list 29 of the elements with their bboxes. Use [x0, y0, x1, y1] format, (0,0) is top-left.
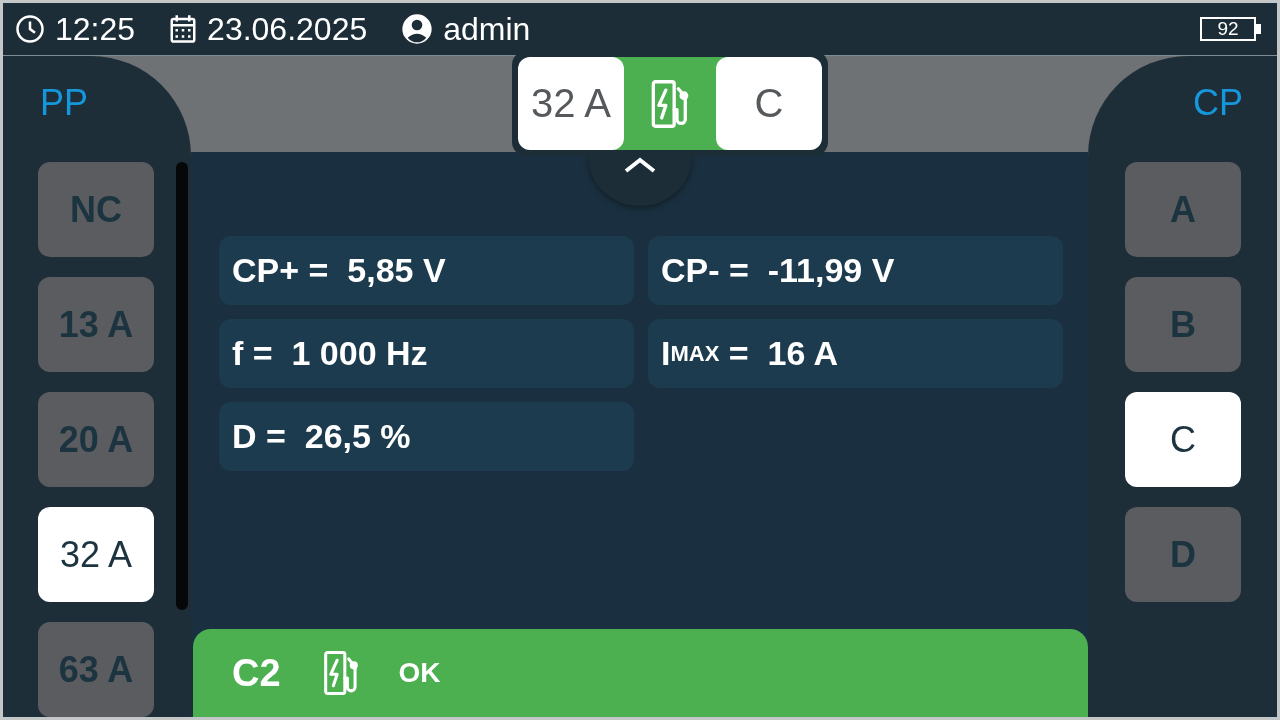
- user-name: admin: [443, 10, 531, 48]
- charging-station-icon: [650, 78, 690, 129]
- measurement-value: CP- = -11,99 V: [648, 236, 1063, 305]
- time-text: 12:25: [55, 10, 136, 48]
- option-button[interactable]: 63 A: [38, 622, 154, 717]
- pp-value: 32 A: [518, 57, 624, 150]
- clock-icon: [15, 14, 45, 44]
- option-button[interactable]: A: [1125, 162, 1241, 257]
- battery-level: 92: [1200, 17, 1256, 41]
- panel-title: PP: [39, 81, 90, 125]
- option-button[interactable]: 20 A: [38, 392, 154, 487]
- measurement-value: f = 1 000 Hz: [219, 319, 634, 388]
- calendar-icon: [169, 14, 198, 44]
- measurement-value: D = 26,5 %: [219, 402, 634, 471]
- user-icon: [401, 13, 434, 45]
- option-button[interactable]: NC: [38, 162, 154, 257]
- chevron-up-icon: [623, 156, 657, 174]
- measurement-value: CP+ = 5,85 V: [219, 236, 634, 305]
- scrollbar[interactable]: [176, 162, 188, 610]
- date-text: 23.06.2025: [207, 10, 368, 48]
- option-button[interactable]: B: [1125, 277, 1241, 372]
- option-button[interactable]: D: [1125, 507, 1241, 602]
- option-button[interactable]: 32 A: [38, 507, 154, 602]
- result-status: OK: [398, 657, 441, 689]
- option-button[interactable]: 13 A: [38, 277, 154, 372]
- cp-value: C: [716, 57, 822, 150]
- panel-title: CP: [1193, 81, 1244, 125]
- result-code: C2: [232, 651, 281, 695]
- option-button[interactable]: C: [1125, 392, 1241, 487]
